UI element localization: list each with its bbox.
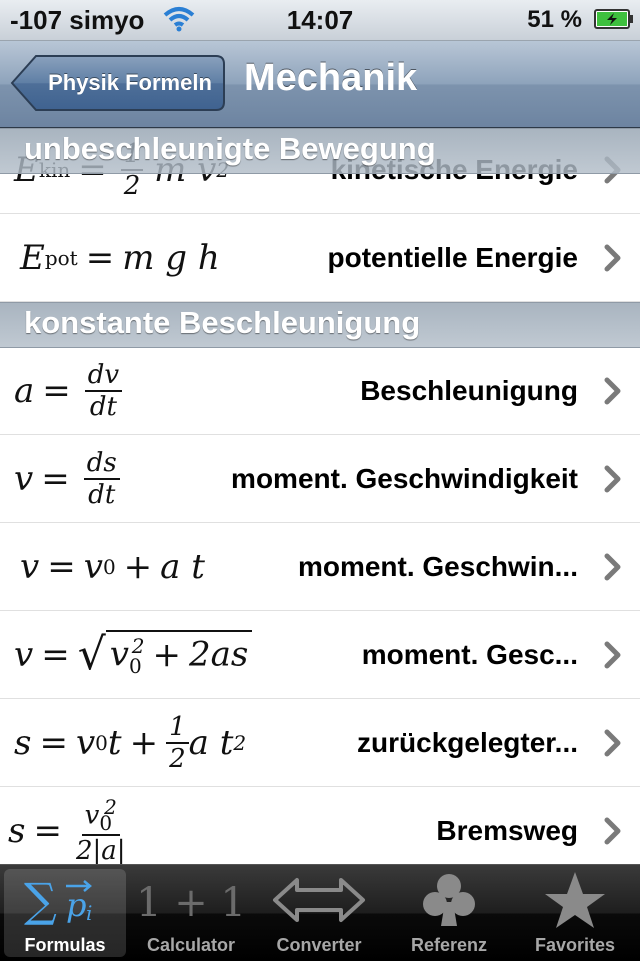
tab-label: Favorites bbox=[534, 935, 616, 955]
row-label: zurückgelegter... bbox=[357, 727, 578, 758]
svg-text:1 + 1: 1 + 1 bbox=[139, 880, 243, 926]
tab-formulas[interactable]: ∑ p i Formulas bbox=[4, 869, 126, 957]
tab-label: Calculator bbox=[146, 935, 236, 955]
formula-velocity-sqrt: v = √ v02 +2as bbox=[14, 611, 253, 698]
double-arrow-icon bbox=[258, 869, 380, 931]
list-item[interactable]: v = √ v02 +2as moment. Gesc... bbox=[0, 611, 640, 699]
chevron-right-icon bbox=[604, 553, 621, 581]
one-plus-one-icon: 1 + 1 bbox=[130, 869, 252, 931]
chevron-right-icon bbox=[604, 377, 621, 405]
list-item[interactable]: v = ds dt moment. Geschwindigkeit bbox=[0, 435, 640, 523]
formula-potential-energy: Epot = m g h bbox=[20, 237, 220, 278]
tab-converter[interactable]: Converter bbox=[258, 869, 380, 957]
page-title: Mechanik bbox=[244, 57, 418, 99]
tab-label: Referenz bbox=[410, 935, 488, 955]
row-label: moment. Geschwindigkeit bbox=[231, 463, 578, 494]
formula-velocity-linear: v = v 0 + a t bbox=[20, 546, 205, 587]
list-item[interactable]: a = dv dt Beschleunigung bbox=[0, 347, 640, 435]
list-item[interactable]: s = v 0 t +1 2 a t2 zurückgelegter... bbox=[0, 699, 640, 787]
back-button-label: Physik Formeln bbox=[48, 70, 212, 95]
formula-list[interactable]: Ekin= 12 m v2 kinetische Energie unbesch… bbox=[0, 128, 640, 864]
list-item[interactable]: Epot = m g h potentielle Energie bbox=[0, 214, 640, 302]
chevron-right-icon bbox=[604, 641, 621, 669]
svg-text:i: i bbox=[86, 901, 92, 925]
formula-acceleration: a = dv dt bbox=[14, 347, 123, 434]
formula-velocity-derivative: v = ds dt bbox=[14, 435, 120, 522]
section-title: unbeschleunigte Bewegung bbox=[24, 131, 436, 166]
tab-calculator[interactable]: 1 + 1 Calculator bbox=[130, 869, 252, 957]
sum-vector-icon: ∑ p i bbox=[4, 869, 126, 931]
section-title: konstante Beschleunigung bbox=[24, 305, 421, 340]
status-bar: -107 simyo 14:07 51 % bbox=[0, 0, 640, 41]
battery-icon bbox=[594, 9, 633, 29]
chevron-right-icon bbox=[604, 244, 621, 272]
tab-referenz[interactable]: Referenz bbox=[388, 869, 510, 957]
chevron-right-icon bbox=[604, 465, 621, 493]
svg-text:p: p bbox=[66, 886, 86, 924]
row-label: potentielle Energie bbox=[327, 242, 579, 273]
row-label: Beschleunigung bbox=[360, 375, 578, 406]
chevron-right-icon bbox=[604, 817, 621, 845]
navigation-bar: Physik Formeln Mechanik bbox=[0, 41, 640, 128]
list-item[interactable]: s = v02 2|a| Bremsweg bbox=[0, 787, 640, 864]
star-icon bbox=[514, 869, 636, 931]
formula-braking-distance: s = v02 2|a| bbox=[8, 794, 126, 864]
tab-label: Converter bbox=[276, 935, 362, 955]
section-header: unbeschleunigte Bewegung bbox=[0, 128, 640, 174]
row-label: moment. Geschwin... bbox=[297, 551, 578, 582]
formula-displacement: s = v 0 t +1 2 a t2 bbox=[14, 711, 247, 774]
svg-text:∑: ∑ bbox=[24, 874, 57, 926]
chevron-right-icon bbox=[604, 729, 621, 757]
tab-label: Formulas bbox=[24, 935, 106, 955]
tab-favorites[interactable]: Favorites bbox=[514, 869, 636, 957]
row-label: Bremsweg bbox=[436, 815, 578, 846]
battery-percent: 51 % bbox=[527, 6, 582, 33]
list-item[interactable]: v = v 0 + a t moment. Geschwin... bbox=[0, 523, 640, 611]
club-icon bbox=[388, 869, 510, 931]
row-label: moment. Gesc... bbox=[361, 639, 578, 670]
back-button[interactable]: Physik Formeln bbox=[10, 54, 226, 112]
tab-bar: ∑ p i Formulas 1 + 1 Calculator Converte… bbox=[0, 864, 640, 961]
section-header: konstante Beschleunigung bbox=[0, 302, 640, 348]
